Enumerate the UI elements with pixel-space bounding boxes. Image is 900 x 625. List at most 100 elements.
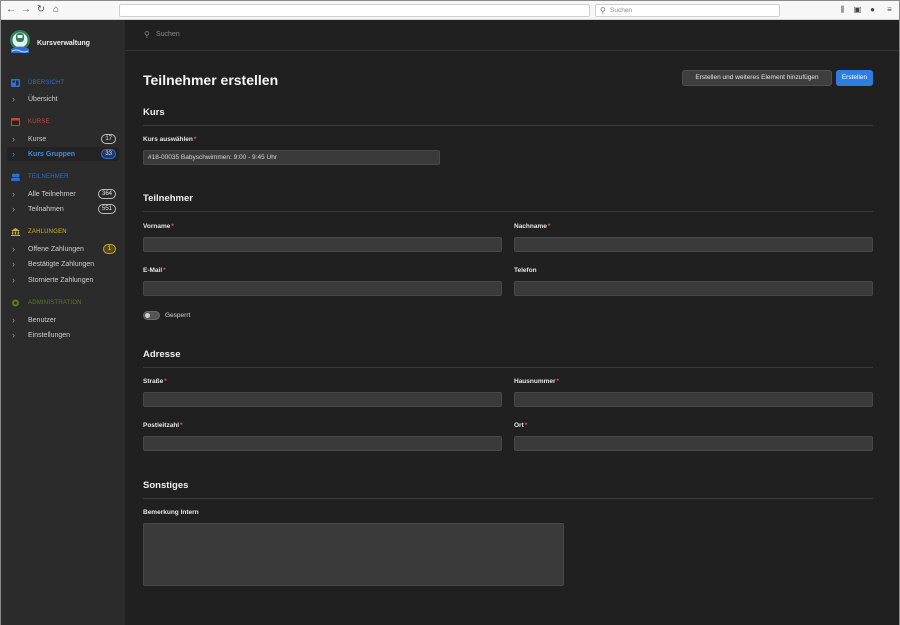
chevron-right-icon: › bbox=[12, 94, 15, 104]
email-field[interactable] bbox=[143, 281, 502, 296]
sidebar: Kursverwaltung ÜBERSICHT › Übersicht KUR… bbox=[1, 20, 125, 625]
field-label-nachname: Nachname* bbox=[514, 223, 551, 230]
chevron-right-icon: › bbox=[12, 189, 15, 199]
telefon-field[interactable] bbox=[514, 281, 873, 296]
page-title: Teilnehmer erstellen bbox=[143, 72, 279, 88]
account-icon[interactable]: ● bbox=[867, 4, 878, 16]
bemerkung-textarea[interactable] bbox=[143, 523, 564, 586]
sidebar-item-label: Kurse bbox=[28, 136, 47, 143]
chevron-right-icon: › bbox=[12, 315, 15, 325]
field-label-telefon: Telefon bbox=[514, 267, 537, 274]
sidebar-item-kurse[interactable]: › Kurse 17 bbox=[7, 132, 119, 146]
sidebar-item-kurs-gruppen[interactable]: › Kurs Gruppen 33 bbox=[7, 147, 119, 161]
group-kurse: KURSE bbox=[11, 117, 121, 127]
sidebar-item-label: Bestätigte Zahlungen bbox=[28, 261, 95, 268]
group-uebersicht: ÜBERSICHT bbox=[11, 78, 121, 88]
chevron-right-icon: › bbox=[12, 244, 15, 254]
browser-search-input[interactable]: ⚲ Suchen bbox=[595, 4, 780, 17]
sidebar-item-einstellungen[interactable]: › Einstellungen bbox=[7, 328, 119, 342]
chevron-right-icon: › bbox=[12, 259, 15, 269]
chevron-right-icon: › bbox=[12, 134, 15, 144]
group-zahlungen: ZAHLUNGEN bbox=[11, 227, 121, 237]
users-icon bbox=[11, 173, 20, 181]
group-label: TEILNEHMER bbox=[28, 174, 69, 180]
calendar-icon bbox=[11, 118, 20, 126]
group-label: ÜBERSICHT bbox=[28, 80, 65, 86]
chevron-right-icon: › bbox=[12, 204, 15, 214]
count-badge: 551 bbox=[97, 204, 116, 214]
main-content: Teilnehmer erstellen Erstellen und weite… bbox=[125, 51, 899, 625]
toggle-knob bbox=[145, 313, 150, 318]
group-administration: ADMINISTRATION bbox=[11, 298, 121, 308]
field-label-vorname: Vorname* bbox=[143, 223, 174, 230]
gesperrt-toggle[interactable] bbox=[143, 311, 160, 320]
group-label: ADMINISTRATION bbox=[28, 300, 82, 306]
sidebar-item-label: Teilnahmen bbox=[28, 206, 64, 213]
brand-name: Kursverwaltung bbox=[37, 40, 90, 47]
count-badge: 1 bbox=[103, 244, 116, 254]
field-label-hausnummer: Hausnummer* bbox=[514, 378, 560, 385]
sidebar-item-label: Kurs Gruppen bbox=[28, 151, 76, 158]
field-label-postleitzahl: Postleitzahl* bbox=[143, 422, 183, 429]
group-teilnehmer: TEILNEHMER bbox=[11, 172, 121, 182]
chevron-right-icon: › bbox=[12, 275, 15, 285]
sidebar-icon[interactable]: ▣ bbox=[852, 4, 863, 16]
kurs-select-value: #18-00035 Babyschwimmen: 9:00 - 9:45 Uhr bbox=[148, 154, 277, 161]
sidebar-item-label: Stornierte Zahlungen bbox=[28, 277, 94, 284]
bank-icon bbox=[11, 228, 20, 236]
search-input[interactable]: Suchen bbox=[156, 31, 180, 38]
section-sonstiges: Sonstiges bbox=[143, 480, 873, 499]
sidebar-item-label: Benutzer bbox=[28, 317, 57, 324]
field-label-email: E-Mail* bbox=[143, 267, 166, 274]
section-title: Adresse bbox=[143, 349, 181, 360]
section-adresse: Adresse bbox=[143, 349, 873, 368]
section-title: Sonstiges bbox=[143, 480, 189, 491]
sidebar-item-uebersicht[interactable]: › Übersicht bbox=[7, 92, 119, 106]
app-logo bbox=[10, 30, 30, 53]
strasse-field[interactable] bbox=[143, 392, 502, 407]
section-teilnehmer: Teilnehmer bbox=[143, 193, 873, 212]
sidebar-item-stornierte-zahlungen[interactable]: › Stornierte Zahlungen bbox=[7, 273, 119, 287]
sidebar-item-label: Alle Teilnehmer bbox=[28, 191, 76, 198]
vorname-field[interactable] bbox=[143, 237, 502, 252]
nachname-field[interactable] bbox=[514, 237, 873, 252]
section-kurs: Kurs bbox=[143, 107, 873, 126]
address-bar[interactable] bbox=[119, 4, 590, 17]
section-title: Kurs bbox=[143, 107, 165, 118]
global-search-bar[interactable]: ⚲ Suchen bbox=[125, 20, 899, 51]
app-window: ← → ↻ ⌂ ⚲ Suchen ⫼ ▣ ● ≡ Kursverwaltung … bbox=[0, 0, 900, 625]
create-button[interactable]: Erstellen bbox=[836, 70, 873, 86]
search-icon: ⚲ bbox=[144, 30, 150, 39]
reload-icon[interactable]: ↻ bbox=[35, 3, 47, 17]
group-label: KURSE bbox=[28, 119, 50, 125]
field-label-ort: Ort* bbox=[514, 422, 528, 429]
forward-icon[interactable]: → bbox=[20, 3, 32, 17]
field-label-bemerkung: Bemerkung Intern bbox=[143, 509, 199, 516]
field-label-kurs: Kurs auswählen* bbox=[143, 136, 197, 143]
field-label-strasse: Straße* bbox=[143, 378, 167, 385]
search-icon: ⚲ bbox=[600, 6, 606, 15]
count-badge: 33 bbox=[101, 149, 116, 159]
sidebar-item-benutzer[interactable]: › Benutzer bbox=[7, 313, 119, 327]
postleitzahl-field[interactable] bbox=[143, 436, 502, 451]
ort-field[interactable] bbox=[514, 436, 873, 451]
create-and-add-another-button[interactable]: Erstellen und weiteres Element hinzufüge… bbox=[682, 70, 832, 86]
browser-toolbar: ← → ↻ ⌂ ⚲ Suchen ⫼ ▣ ● ≡ bbox=[1, 1, 899, 20]
back-icon[interactable]: ← bbox=[5, 3, 17, 17]
library-icon[interactable]: ⫼ bbox=[837, 4, 848, 16]
sidebar-item-bestaetigte-zahlungen[interactable]: › Bestätigte Zahlungen bbox=[7, 257, 119, 271]
home-icon[interactable]: ⌂ bbox=[50, 3, 62, 17]
group-label: ZAHLUNGEN bbox=[28, 229, 67, 235]
sidebar-item-offene-zahlungen[interactable]: › Offene Zahlungen 1 bbox=[7, 242, 119, 256]
menu-icon[interactable]: ≡ bbox=[884, 4, 895, 16]
chevron-right-icon: › bbox=[12, 149, 15, 159]
count-badge: 364 bbox=[97, 189, 116, 199]
gesperrt-label: Gesperrt bbox=[165, 312, 191, 319]
hausnummer-field[interactable] bbox=[514, 392, 873, 407]
section-title: Teilnehmer bbox=[143, 193, 193, 204]
sidebar-item-label: Übersicht bbox=[28, 96, 58, 103]
sidebar-item-teilnahmen[interactable]: › Teilnahmen 551 bbox=[7, 202, 119, 216]
sidebar-item-alle-teilnehmer[interactable]: › Alle Teilnehmer 364 bbox=[7, 187, 119, 201]
kurs-select[interactable]: #18-00035 Babyschwimmen: 9:00 - 9:45 Uhr bbox=[143, 150, 440, 165]
browser-search-placeholder: Suchen bbox=[610, 7, 633, 14]
